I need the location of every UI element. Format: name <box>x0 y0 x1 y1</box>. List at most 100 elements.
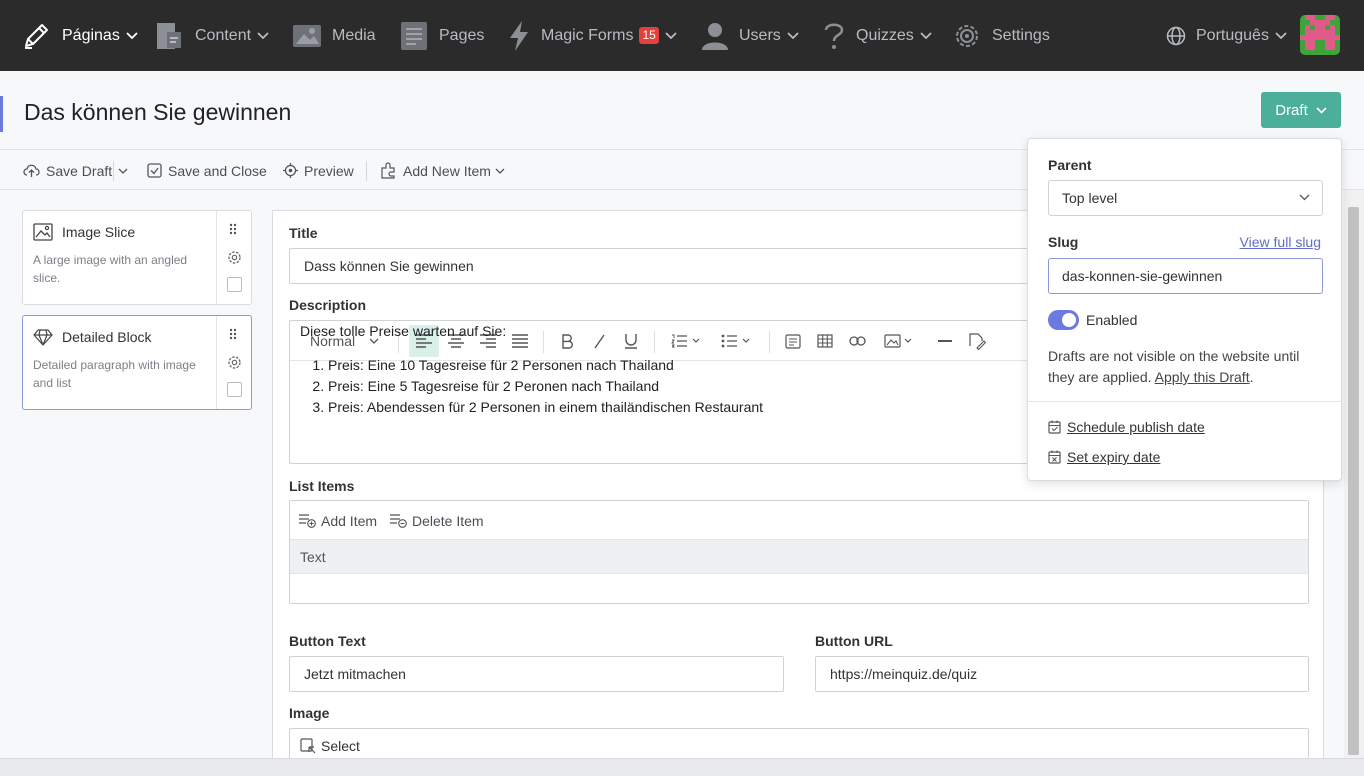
delete-item-label: Delete Item <box>412 512 484 529</box>
draft-note: Drafts are not visible on the website un… <box>1048 346 1328 388</box>
view-full-slug-link[interactable]: View full slug <box>1240 234 1321 250</box>
list-items-repeater: Add Item Delete Item Text <box>289 500 1309 604</box>
clear-format-button[interactable] <box>962 325 992 357</box>
table-button[interactable] <box>810 325 840 357</box>
title-label: Title <box>289 225 318 241</box>
rich-text-content[interactable]: Diese tolle Preise warten auf Sie: Preis… <box>300 321 763 418</box>
add-new-item-button[interactable]: Add New Item <box>380 150 505 191</box>
globe-icon <box>1166 26 1186 46</box>
calendar-x-icon <box>1048 450 1061 464</box>
page-title: Das können Sie gewinnen <box>24 99 292 125</box>
list-item: Preis: Abendessen für 2 Personen in eine… <box>328 397 763 418</box>
enabled-toggle[interactable] <box>1048 310 1079 330</box>
chevron-down-icon <box>920 31 932 40</box>
set-expiry-link[interactable]: Set expiry date <box>1048 449 1160 465</box>
nav-item-pages[interactable]: Pages <box>399 0 484 71</box>
nav-item-label: Pages <box>439 26 485 44</box>
link-button[interactable] <box>842 325 872 357</box>
save-and-close-button[interactable]: Save and Close <box>147 150 267 191</box>
avatar[interactable] <box>1300 15 1340 55</box>
slug-input[interactable]: das-konnen-sie-gewinnen <box>1048 258 1323 294</box>
button-text-input[interactable]: Jetzt mitmachen <box>289 656 784 692</box>
period: . <box>1249 369 1254 385</box>
nav-item-label: Settings <box>992 26 1050 44</box>
schedule-publish-link[interactable]: Schedule publish date <box>1048 419 1205 435</box>
insert-image-icon <box>884 334 914 348</box>
block-checkbox[interactable] <box>227 382 242 397</box>
image-select-icon <box>300 738 316 754</box>
block-card-body[interactable]: Detailed Block Detailed paragraph with i… <box>23 316 216 409</box>
chevron-down-icon <box>1299 194 1310 201</box>
add-new-item-label: Add New Item <box>403 162 491 179</box>
nav-item-label: Media <box>332 26 376 44</box>
drag-handle-icon[interactable] <box>229 223 237 235</box>
chevron-down-icon <box>126 31 138 40</box>
insert-image-button[interactable] <box>880 325 918 357</box>
set-expiry-label: Set expiry date <box>1067 449 1161 465</box>
nav-brand-menu[interactable]: Páginas <box>20 0 138 71</box>
pages-icon <box>399 20 429 52</box>
add-item-button[interactable]: Add Item <box>299 501 377 540</box>
block-card-detailed-block[interactable]: Detailed Block Detailed paragraph with i… <box>22 315 252 410</box>
horizontal-rule-icon <box>938 339 952 343</box>
chevron-down-icon <box>118 168 128 174</box>
language-label: Português <box>1196 26 1269 44</box>
lightning-icon <box>507 20 531 52</box>
delete-item-button[interactable]: Delete Item <box>390 501 484 540</box>
block-card-body[interactable]: Image Slice A large image with an angled… <box>23 211 216 304</box>
top-navbar: Páginas Content Media Pages Magic Forms … <box>0 0 1364 71</box>
language-switcher[interactable]: Português <box>1166 0 1287 71</box>
save-draft-button[interactable]: Save Draft <box>23 150 112 191</box>
image-select-label: Select <box>321 738 360 754</box>
nav-item-quizzes[interactable]: Quizzes <box>822 0 932 71</box>
cloud-upload-icon <box>23 163 40 178</box>
nav-item-media[interactable]: Media <box>292 0 376 71</box>
block-checkbox[interactable] <box>227 277 242 292</box>
parent-select[interactable]: Top level <box>1048 180 1323 216</box>
parent-select-value: Top level <box>1062 190 1118 206</box>
delete-list-icon <box>390 513 407 528</box>
content-list: Preis: Eine 10 Tagesreise für 2 Personen… <box>300 355 763 418</box>
block-card-image-slice[interactable]: Image Slice A large image with an angled… <box>22 210 252 305</box>
preview-button[interactable]: Preview <box>283 150 354 191</box>
gear-icon[interactable] <box>227 250 242 265</box>
chevron-down-icon <box>495 168 505 174</box>
add-list-icon <box>299 513 316 528</box>
block-button[interactable] <box>778 325 808 357</box>
draft-status-button[interactable]: Draft <box>1261 92 1341 128</box>
button-text-label: Button Text <box>289 633 366 649</box>
scrollbar-thumb[interactable] <box>1348 207 1359 755</box>
image-icon <box>33 223 53 241</box>
content-intro: Diese tolle Preise warten auf Sie: <box>300 323 507 339</box>
save-close-icon <box>147 163 162 178</box>
gear-icon <box>952 21 982 51</box>
nav-item-magic-forms[interactable]: Magic Forms 15 <box>507 0 677 71</box>
nav-item-content[interactable]: Content <box>155 0 269 71</box>
horizontal-rule-button[interactable] <box>930 325 960 357</box>
table-icon <box>817 334 833 348</box>
active-indicator <box>0 96 3 132</box>
apply-draft-link[interactable]: Apply this Draft <box>1155 369 1250 385</box>
question-icon <box>822 21 846 51</box>
drag-handle-icon[interactable] <box>229 328 237 340</box>
block-description: Detailed paragraph with image and list <box>33 358 196 390</box>
divider <box>366 161 367 181</box>
nav-item-label: Magic Forms <box>541 26 634 44</box>
calendar-icon <box>1048 420 1061 434</box>
nav-item-settings[interactable]: Settings <box>952 0 1050 71</box>
preview-label: Preview <box>304 162 354 179</box>
nav-item-users[interactable]: Users <box>701 0 799 71</box>
save-draft-dropdown[interactable] <box>118 150 128 191</box>
save-and-close-label: Save and Close <box>168 162 267 179</box>
puzzle-icon <box>380 162 397 179</box>
button-url-input[interactable]: https://meinquiz.de/quiz <box>815 656 1309 692</box>
chevron-down-icon <box>257 31 269 40</box>
image-label: Image <box>289 705 330 721</box>
preview-icon <box>283 163 298 178</box>
draft-options-popover: Parent Top level Slug View full slug das… <box>1027 138 1342 481</box>
description-label: Description <box>289 297 367 313</box>
media-icon <box>292 22 322 50</box>
button-url-label: Button URL <box>815 633 893 649</box>
draft-button-label: Draft <box>1275 101 1308 119</box>
gear-icon[interactable] <box>227 355 242 370</box>
